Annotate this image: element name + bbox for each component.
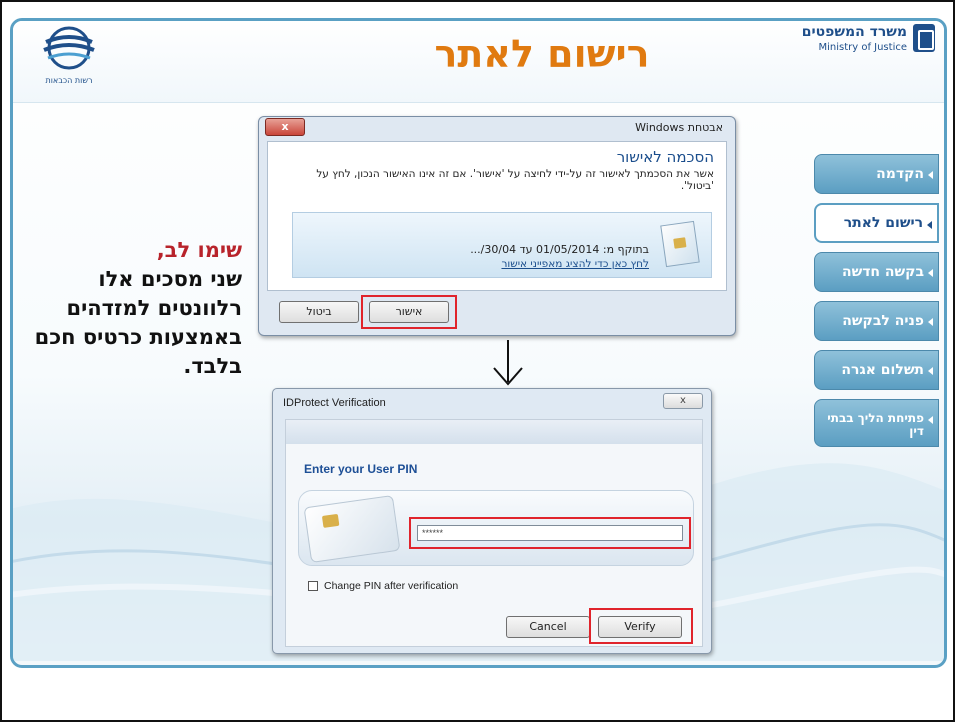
slide: רשות הכבאות רישום לאתר משרד המשפטים Mini…	[0, 0, 955, 722]
certificate-properties-link[interactable]: לחץ כאן כדי להציג מאפייני אישור	[501, 258, 649, 270]
certificate-validity: בתוקף מ: 01/05/2014 עד 30/04/...	[470, 243, 649, 256]
nav-item-label: רישום לאתר	[844, 215, 923, 231]
nav-item-new-request[interactable]: בקשה חדשה	[814, 252, 939, 292]
state-emblem-icon	[913, 24, 935, 52]
cancel-button[interactable]: Cancel	[506, 616, 590, 638]
side-nav: הקדמה רישום לאתר בקשה חדשה פניה לבקשה תש…	[814, 154, 939, 456]
pin-highlight-box	[409, 517, 691, 549]
dialog-description: אשר את הסכמתך לאישור זה על-ידי לחיצה על …	[284, 168, 714, 192]
nav-arrow-icon	[928, 318, 933, 326]
notice-heading: שימו לב,	[24, 236, 242, 265]
nav-item-open-proceeding[interactable]: פתיחת הליך בבתי דין	[814, 399, 939, 447]
smart-card-icon	[304, 495, 401, 563]
pin-entry-band	[298, 490, 694, 566]
ministry-logo: משרד המשפטים Ministry of Justice	[785, 22, 935, 62]
verify-highlight-box	[589, 608, 693, 644]
cancel-button[interactable]: ביטול	[279, 301, 359, 323]
nav-item-label: בקשה חדשה	[842, 264, 924, 280]
idprotect-dialog: IDProtect Verification x Enter your User…	[272, 388, 712, 654]
windows-security-dialog: אבטחת Windows x הסכמה לאישור אשר את הסכמ…	[258, 116, 736, 336]
arrow-down-icon	[488, 338, 528, 388]
dialog-title: IDProtect Verification	[283, 397, 386, 409]
nav-arrow-icon	[927, 221, 932, 229]
close-button[interactable]: x	[265, 118, 305, 136]
ok-highlight-box	[361, 295, 457, 329]
nav-item-label: פניה לבקשה	[842, 313, 924, 329]
close-button[interactable]: x	[663, 393, 703, 409]
nav-arrow-icon	[928, 416, 933, 424]
dialog-titlebar: אבטחת Windows x	[259, 117, 735, 139]
nav-item-label: תשלום אגרה	[841, 362, 924, 378]
dialog-heading: הסכמה לאישור	[617, 148, 714, 166]
change-pin-option[interactable]: Change PIN after verification	[308, 580, 458, 592]
nav-item-fee-payment[interactable]: תשלום אגרה	[814, 350, 939, 390]
notice-body: שני מסכים אלו רלוונטים למזדהים באמצעות כ…	[24, 265, 242, 381]
smart-card-notice: שימו לב, שני מסכים אלו רלוונטים למזדהים …	[24, 236, 242, 381]
nav-item-intro[interactable]: הקדמה	[814, 154, 939, 194]
nav-item-site-registration[interactable]: רישום לאתר	[814, 203, 939, 243]
checkbox-label: Change PIN after verification	[324, 580, 458, 592]
page-title: רישום לאתר	[382, 32, 702, 76]
change-pin-checkbox[interactable]	[308, 581, 318, 591]
dialog-body: Enter your User PIN Change PIN after ver…	[285, 419, 703, 647]
fire-authority-logo: רשות הכבאות	[24, 24, 114, 90]
ministry-name-he: משרד המשפטים	[802, 24, 907, 40]
dialog-banner	[286, 420, 702, 444]
certificate-card-icon	[660, 221, 700, 267]
globe-logo-icon	[24, 24, 114, 76]
dialog-body: הסכמה לאישור אשר את הסכמתך לאישור זה על-…	[267, 141, 727, 291]
nav-item-label: הקדמה	[876, 166, 924, 182]
nav-item-label: פתיחת הליך בבתי דין	[815, 412, 924, 438]
dialog-title: אבטחת Windows	[635, 121, 723, 134]
pin-prompt: Enter your User PIN	[304, 462, 417, 476]
nav-arrow-icon	[928, 171, 933, 179]
nav-arrow-icon	[928, 269, 933, 277]
certificate-tile[interactable]: בתוקף מ: 01/05/2014 עד 30/04/... לחץ כאן…	[292, 212, 712, 278]
logo-caption: רשות הכבאות	[24, 76, 114, 85]
nav-item-request-inquiry[interactable]: פניה לבקשה	[814, 301, 939, 341]
ministry-name-en: Ministry of Justice	[818, 42, 907, 53]
nav-arrow-icon	[928, 367, 933, 375]
dialog-footer: אישור ביטול	[267, 295, 727, 329]
